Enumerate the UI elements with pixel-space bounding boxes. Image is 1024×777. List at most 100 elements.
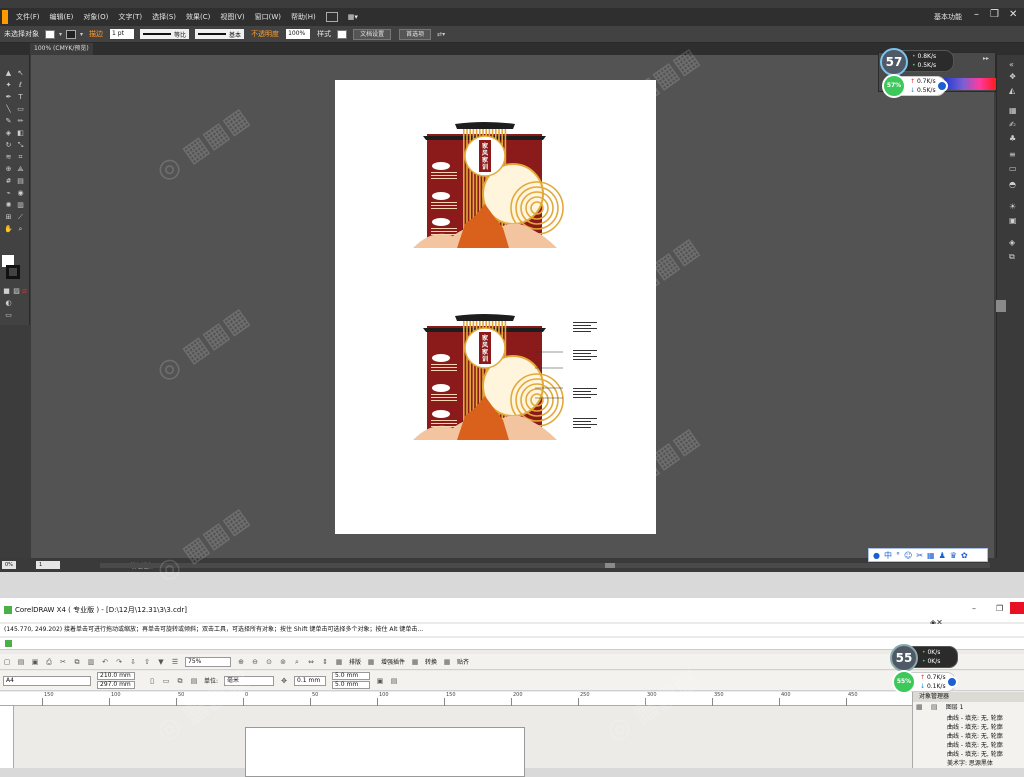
type-tool-icon[interactable]: T [16, 93, 25, 101]
color-panel-icon[interactable]: ◭ [1009, 87, 1019, 95]
horizontal-scrollbar-thumb[interactable] [605, 563, 615, 568]
show-properties-icon[interactable]: ▦ [916, 703, 923, 711]
close-icon[interactable]: ✕ [1009, 9, 1017, 20]
export-icon[interactable]: ⇧ [143, 658, 151, 666]
new-icon[interactable]: ▢ [3, 658, 11, 666]
zoom-all-icon[interactable]: ⊚ [279, 658, 287, 666]
gradient-panel-icon[interactable]: ▭ [1009, 165, 1019, 173]
network-speed-widget-2[interactable]: 55 • 0K/s • 0K/s 55% ↑ 0.7K/s ↓ 0.1K/s [890, 644, 970, 696]
ai-canvas[interactable]: 家风家训 家风家训 [31, 55, 994, 558]
eyedropper-tool-icon[interactable]: ⌁ [4, 189, 13, 197]
brushes-icon[interactable]: ✍ [1009, 121, 1019, 129]
stroke-label[interactable]: 描边 [89, 29, 103, 39]
object-list-item[interactable]: 曲线 - 填充: 无, 轮廓 [913, 741, 1024, 750]
draw-mode-icon[interactable]: ◐ [4, 299, 13, 307]
lasso-tool-icon[interactable]: ℓ [16, 81, 25, 89]
slice-tool-icon[interactable]: ⟋ [16, 213, 25, 221]
appearance-icon[interactable]: ☀ [1009, 203, 1019, 211]
hand-tool-icon[interactable]: ✋ [4, 225, 13, 233]
perspective-tool-icon[interactable]: ⟁ [16, 165, 25, 173]
app-launcher-icon[interactable]: ☰ [171, 658, 179, 666]
fill-dropdown-icon[interactable]: ▾ [59, 31, 62, 38]
arrange-plugin-icon[interactable]: ▦ [335, 658, 343, 666]
save-icon[interactable]: ▣ [31, 658, 39, 666]
edit-across-layers-icon[interactable]: ▤ [931, 703, 938, 711]
open-icon[interactable]: ▤ [17, 658, 25, 666]
stroke-panel-icon[interactable]: ≡ [1009, 151, 1019, 159]
preferences-button[interactable]: 首选项 [399, 28, 432, 40]
menu-effect[interactable]: 效果(C) [186, 12, 210, 22]
ime-logo-icon[interactable]: ● [873, 551, 880, 560]
ime-emoji-icon[interactable]: ☺ [904, 551, 912, 560]
duplicate-x-field[interactable]: 5.0 mm [332, 671, 371, 680]
object-list-item[interactable]: 曲线 - 填充: 无, 轮廓 [913, 714, 1024, 723]
duplicate-y-field[interactable]: 5.0 mm [332, 680, 371, 689]
menu-file[interactable]: 文件(F) [16, 12, 40, 22]
copy-icon[interactable]: ⧉ [73, 658, 81, 666]
convert-icon[interactable]: ▦ [411, 658, 419, 666]
options-icon[interactable]: ▤ [390, 677, 398, 685]
accelerator-icon[interactable] [936, 80, 948, 92]
symbols-icon[interactable]: ♣ [1009, 135, 1019, 143]
menu-edit[interactable]: 编辑(E) [50, 12, 74, 22]
cd-close-icon[interactable] [1010, 602, 1024, 614]
zoom-height-icon[interactable]: ⇕ [321, 658, 329, 666]
color-mode-icon[interactable]: ■ [2, 287, 11, 295]
swatches-icon[interactable]: ▦ [1009, 107, 1019, 115]
nudge-distance-field[interactable]: 0.1 mm [294, 675, 327, 686]
bridge-icon[interactable] [325, 12, 338, 22]
ime-settings-icon[interactable]: ✿ [961, 551, 968, 560]
stroke-color-box[interactable] [6, 265, 20, 279]
brush-select[interactable]: 基本 [195, 29, 245, 39]
blob-brush-tool-icon[interactable]: ◈ [4, 129, 13, 137]
arrange-docs-icon[interactable]: ▦▾ [348, 13, 358, 21]
workspace-switcher[interactable]: 基本功能 [934, 12, 962, 22]
selection-tool-icon[interactable]: ▲ [4, 69, 13, 77]
cut-icon[interactable]: ✂ [59, 658, 67, 666]
column-graph-tool-icon[interactable]: ▥ [16, 201, 25, 209]
line-tool-icon[interactable]: ╲ [4, 105, 13, 113]
arrange-plugin-button[interactable]: 排版 [349, 657, 361, 666]
gradient-tool-icon[interactable]: ▤ [16, 177, 25, 185]
object-list-item[interactable]: 美术字: 思源黑体 [913, 759, 1024, 768]
graphic-styles-icon[interactable]: ▣ [1009, 217, 1019, 225]
minimize-icon[interactable]: – [974, 9, 979, 20]
vertical-scrollbar-thumb[interactable] [996, 300, 1006, 312]
object-list-item[interactable]: 曲线 - 填充: 无, 轮廓 [913, 723, 1024, 732]
print-icon[interactable]: ⎙ [45, 658, 53, 666]
menu-window[interactable]: 窗口(W) [255, 12, 281, 22]
snap-icon[interactable]: ▦ [443, 658, 451, 666]
cd-minimize-icon[interactable]: – [972, 604, 976, 613]
snap-button[interactable]: 贴齐 [457, 657, 469, 666]
zoom-selected-icon[interactable]: ⊙ [265, 658, 273, 666]
zoom-tool-icon[interactable]: ⌕ [16, 225, 25, 233]
units-select[interactable]: 毫米 [224, 675, 275, 686]
pencil-tool-icon[interactable]: ✏ [16, 117, 25, 125]
eraser-tool-icon[interactable]: ◧ [16, 129, 25, 137]
publish-pdf-icon[interactable]: ▼ [157, 658, 165, 666]
enhance-plugin-button[interactable]: 增强插件 [381, 657, 405, 666]
stroke-dropdown-icon[interactable]: ▾ [80, 31, 83, 38]
accelerator-icon-2[interactable] [946, 676, 958, 688]
ime-punct-icon[interactable]: ° [896, 551, 900, 560]
magic-wand-tool-icon[interactable]: ✦ [4, 81, 13, 89]
panel-menu-icon[interactable]: ▸▸ [983, 55, 989, 62]
scale-tool-icon[interactable]: ⤡ [16, 141, 25, 149]
portrait-icon[interactable]: ▯ [148, 677, 156, 685]
screen-mode-icon[interactable]: ▭ [4, 311, 13, 319]
layers-icon[interactable]: ◈ [1009, 239, 1019, 247]
ime-skin-icon[interactable]: ♛ [950, 551, 957, 560]
ime-toolbar[interactable]: ● 中 ° ☺ ✂ ▦ ♟ ♛ ✿ [868, 548, 988, 562]
stroke-weight-field[interactable]: 1 pt [110, 29, 135, 39]
cd-doc-icon[interactable] [5, 640, 12, 647]
restore-icon[interactable]: ❐ [990, 9, 999, 20]
arrange-icon[interactable]: ⇄▾ [437, 31, 445, 38]
undo-icon[interactable]: ↶ [101, 658, 109, 666]
stroke-profile-select[interactable]: 等比 [140, 29, 190, 39]
panel-collapse-icon[interactable]: « [1009, 61, 1019, 69]
zoom-out-icon[interactable]: ⊖ [251, 658, 259, 666]
graphic-style-swatch[interactable] [337, 29, 348, 39]
current-page-icon[interactable]: ▤ [190, 677, 198, 685]
paper-width-field[interactable]: 210.0 mm [97, 671, 135, 680]
artboard-tool-icon[interactable]: ⊞ [4, 213, 13, 221]
